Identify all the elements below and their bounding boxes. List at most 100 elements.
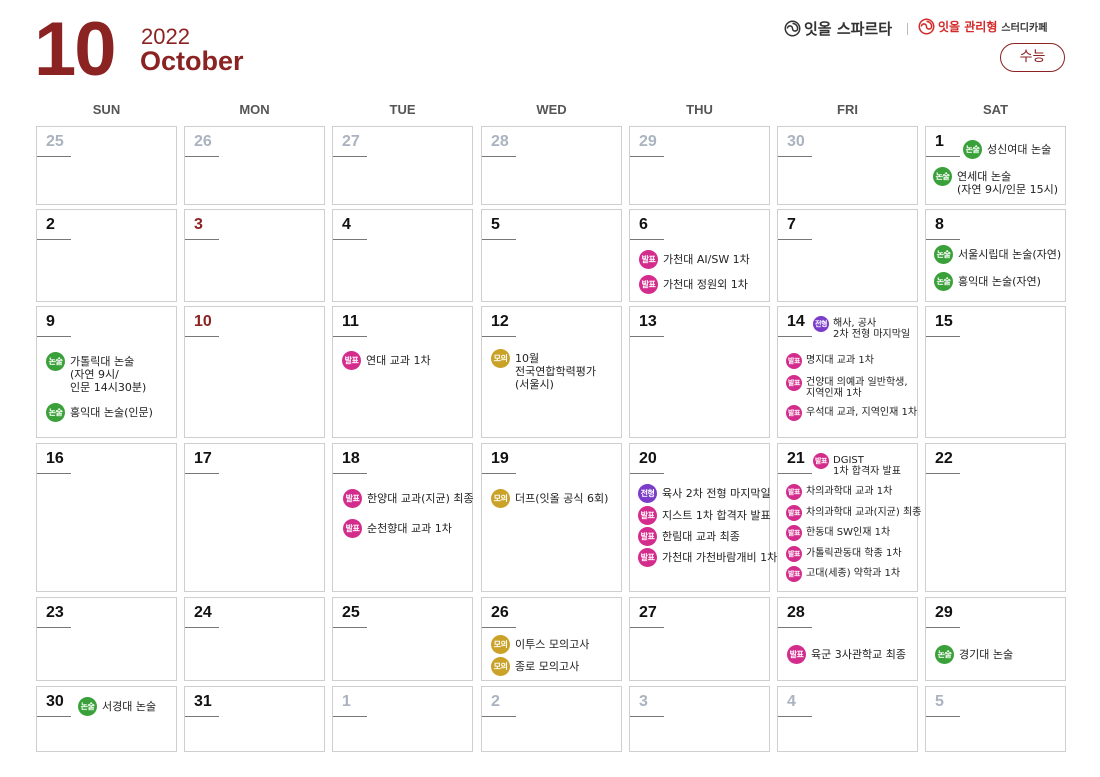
day-cell[interactable]: 26 모의 이투스 모의고사 모의 종로 모의고사 — [481, 597, 622, 681]
suneung-button[interactable]: 수능 — [1000, 43, 1065, 72]
calendar-event[interactable]: 논술 가톨릭대 논술 (자연 9시/ 인문 14시30분) — [46, 352, 146, 394]
day-cell[interactable]: 21 발표 DGIST 1차 합격자 발표 발표 차의과학대 교과 1차 발표 차의과학대 … — [777, 443, 921, 592]
day-underline — [333, 473, 367, 474]
calendar-event[interactable]: 전형 해사, 공사 2차 전형 마지막일 — [813, 316, 910, 340]
calendar-event[interactable]: 발표 지스트 1차 합격자 발표 — [638, 506, 771, 525]
day-underline — [185, 627, 219, 628]
day-cell[interactable]: 28 — [481, 126, 622, 205]
day-cell[interactable]: 13 — [629, 306, 770, 438]
event-text: DGIST 1차 합격자 발표 — [833, 455, 901, 477]
day-cell[interactable]: 6 발표 가천대 AI/SW 1차 발표 가천대 정원외 1차 — [629, 209, 770, 302]
day-cell[interactable]: 3 — [629, 686, 770, 752]
calendar-event[interactable]: 전형 육사 2차 전형 마지막일 — [638, 484, 771, 503]
calendar-event[interactable]: 발표 차의과학대 교과 1차 — [786, 484, 892, 500]
day-cell[interactable]: 2 — [481, 686, 622, 752]
day-cell[interactable]: 19 모의 더프(잇올 공식 6회) — [481, 443, 622, 592]
day-number: 7 — [787, 216, 796, 233]
day-cell[interactable]: 8 논술 서울시립대 논술(자연) 논술 홍익대 논술(자연) — [925, 209, 1066, 302]
calendar-event[interactable]: 논술 성신여대 논술 — [963, 140, 1051, 159]
calendar-event[interactable]: 발표 우석대 교과, 지역인재 1차 — [786, 405, 917, 421]
calendar-event[interactable]: 논술 홍익대 논술(인문) — [46, 403, 153, 422]
day-cell[interactable]: 29 — [629, 126, 770, 205]
day-cell[interactable]: 10 — [184, 306, 325, 438]
day-cell[interactable]: 22 — [925, 443, 1066, 592]
day-cell[interactable]: 14 전형 해사, 공사 2차 전형 마지막일 발표 명지대 교과 1차 발표 건양대 의예… — [777, 306, 918, 438]
calendar-event[interactable]: 발표 가천대 AI/SW 1차 — [639, 250, 750, 269]
event-text: 가톨릭관동대 학종 1차 — [806, 548, 902, 559]
day-cell[interactable]: 20 전형 육사 2차 전형 마지막일 발표 지스트 1차 합격자 발표 발표 한림대 교과… — [629, 443, 777, 592]
event-badge-essay: 논술 — [933, 167, 952, 186]
event-badge-essay: 논술 — [963, 140, 982, 159]
day-underline — [778, 336, 812, 337]
calendar-event[interactable]: 발표 고대(세종) 약학과 1차 — [786, 566, 900, 582]
day-underline — [37, 239, 71, 240]
day-cell[interactable]: 11 발표 연대 교과 1차 — [332, 306, 473, 438]
event-badge-mock: 모의 — [491, 657, 510, 676]
calendar-event[interactable]: 논술 서울시립대 논술(자연) — [934, 245, 1061, 264]
event-text: 종로 모의고사 — [515, 660, 580, 673]
calendar-event[interactable]: 발표 연대 교과 1차 — [342, 351, 431, 370]
day-cell[interactable]: 26 — [184, 126, 325, 205]
day-number: 1 — [342, 693, 351, 710]
day-underline — [778, 473, 812, 474]
event-badge-essay: 논술 — [935, 645, 954, 664]
day-cell[interactable]: 29 논술 경기대 논술 — [925, 597, 1066, 681]
day-cell[interactable]: 25 — [36, 126, 177, 205]
calendar-event[interactable]: 모의 더프(잇올 공식 6회) — [491, 489, 608, 508]
day-cell[interactable]: 24 — [184, 597, 325, 681]
calendar-event[interactable]: 발표 한양대 교과(지균) 최종 — [343, 489, 474, 508]
day-cell[interactable]: 12 모의 10월 전국연합학력평가 (서울시) — [481, 306, 622, 438]
day-cell[interactable]: 28 발표 육군 3사관학교 최종 — [777, 597, 918, 681]
event-text: 이투스 모의고사 — [515, 638, 590, 651]
day-cell[interactable]: 30 — [777, 126, 918, 205]
calendar-event[interactable]: 논술 연세대 논술 (자연 9시/인문 15시) — [933, 167, 1058, 196]
calendar-event[interactable]: 발표 차의과학대 교과(지균) 최종 — [786, 505, 921, 521]
day-underline — [630, 716, 664, 717]
day-cell[interactable]: 5 — [925, 686, 1066, 752]
calendar-event[interactable]: 발표 가천대 가천바람개비 1차 — [638, 548, 777, 567]
calendar-event[interactable]: 발표 DGIST 1차 합격자 발표 — [813, 453, 901, 477]
day-number: 11 — [342, 313, 359, 330]
calendar-event[interactable]: 발표 한림대 교과 최종 — [638, 527, 740, 546]
day-cell[interactable]: 18 발표 한양대 교과(지균) 최종 발표 순천향대 교과 1차 — [332, 443, 474, 592]
calendar-event[interactable]: 논술 경기대 논술 — [935, 645, 1013, 664]
calendar-event[interactable]: 모의 이투스 모의고사 — [491, 635, 589, 654]
day-underline — [333, 239, 367, 240]
day-cell[interactable]: 27 — [629, 597, 770, 681]
calendar-event[interactable]: 발표 가천대 정원외 1차 — [639, 275, 748, 294]
calendar-event[interactable]: 발표 건양대 의예과 일반학생, 지역인재 1차 — [786, 375, 908, 399]
day-underline — [926, 156, 960, 157]
day-cell[interactable]: 27 — [332, 126, 473, 205]
day-cell[interactable]: 4 — [777, 686, 918, 752]
day-cell[interactable]: 7 — [777, 209, 918, 302]
day-cell[interactable]: 30 논술 서경대 논술 — [36, 686, 177, 752]
day-cell[interactable]: 17 — [184, 443, 325, 592]
day-cell[interactable]: 3 — [184, 209, 325, 302]
day-cell[interactable]: 15 — [925, 306, 1066, 438]
event-text: 서경대 논술 — [102, 700, 157, 713]
calendar-event[interactable]: 논술 홍익대 논술(자연) — [934, 272, 1041, 291]
day-cell[interactable]: 31 — [184, 686, 325, 752]
day-cell[interactable]: 16 — [36, 443, 177, 592]
day-cell[interactable]: 5 — [481, 209, 622, 302]
calendar-event[interactable]: 발표 육군 3사관학교 최종 — [787, 645, 906, 664]
day-underline — [37, 473, 71, 474]
day-cell[interactable]: 1 논술 성신여대 논술 논술 연세대 논술 (자연 9시/인문 15시) — [925, 126, 1066, 205]
calendar-event[interactable]: 발표 한동대 SW인재 1차 — [786, 525, 890, 541]
day-number: 2 — [46, 216, 55, 233]
event-badge-essay: 논술 — [78, 697, 97, 716]
calendar-event[interactable]: 발표 명지대 교과 1차 — [786, 353, 874, 369]
calendar-event[interactable]: 논술 서경대 논술 — [78, 697, 156, 716]
day-cell[interactable]: 25 — [332, 597, 473, 681]
calendar-event[interactable]: 발표 순천향대 교과 1차 — [343, 519, 452, 538]
calendar-event[interactable]: 모의 종로 모의고사 — [491, 657, 579, 676]
day-cell[interactable]: 2 — [36, 209, 177, 302]
day-cell[interactable]: 1 — [332, 686, 473, 752]
day-cell[interactable]: 9 논술 가톨릭대 논술 (자연 9시/ 인문 14시30분) 논술 홍익대 논술(인문… — [36, 306, 177, 438]
calendar-event[interactable]: 발표 가톨릭관동대 학종 1차 — [786, 546, 902, 562]
calendar-event[interactable]: 모의 10월 전국연합학력평가 (서울시) — [491, 349, 596, 391]
day-underline — [778, 156, 812, 157]
event-text: 차의과학대 교과 1차 — [806, 486, 893, 497]
day-cell[interactable]: 23 — [36, 597, 177, 681]
day-cell[interactable]: 4 — [332, 209, 473, 302]
